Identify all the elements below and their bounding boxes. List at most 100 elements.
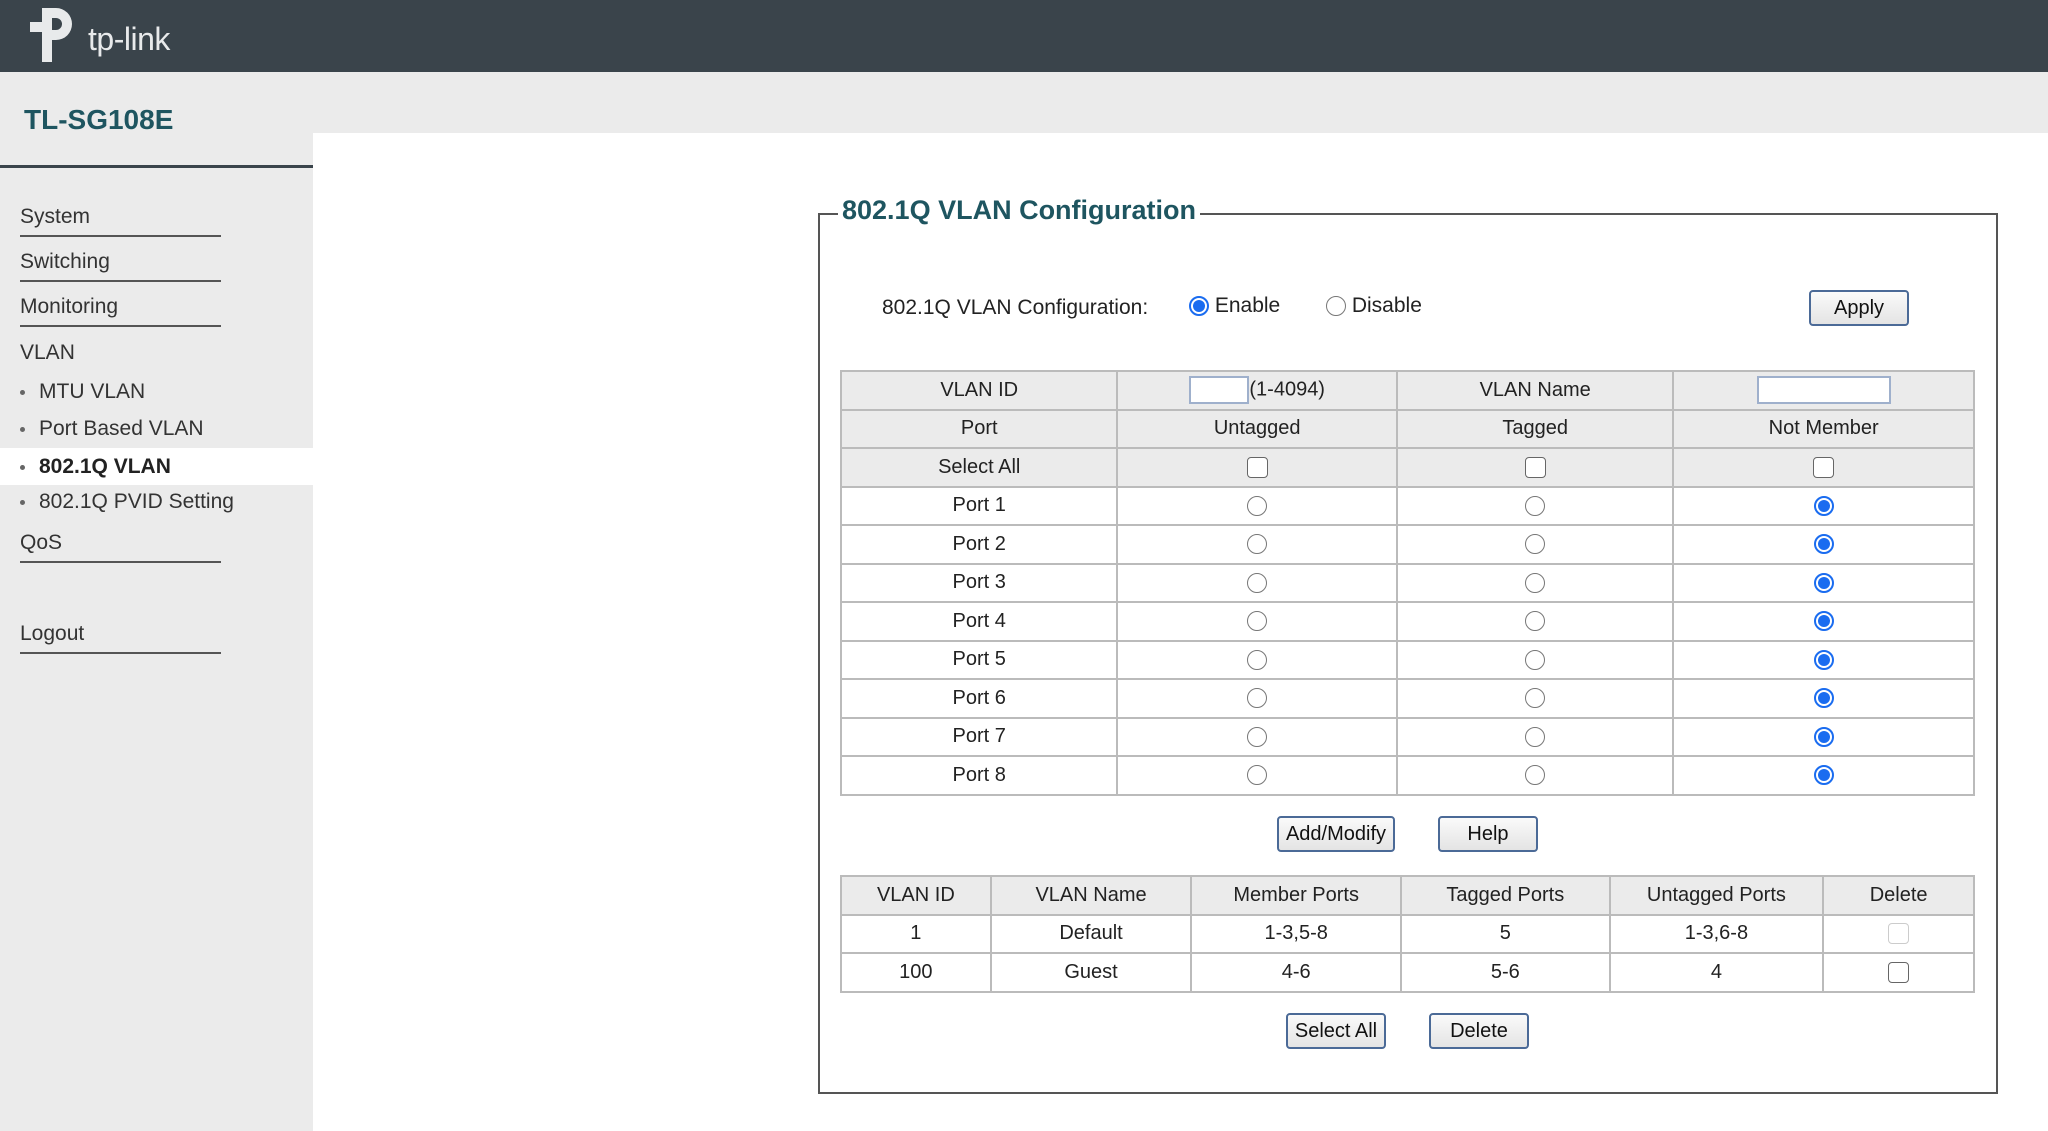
vlan-row: 1 Default 1-3,5-8 5 1-3,6-8 bbox=[840, 913, 1975, 954]
delete-button[interactable]: Delete bbox=[1429, 1013, 1529, 1049]
sidebar-item-logout[interactable]: Logout bbox=[20, 622, 221, 654]
enable-label: Enable bbox=[1214, 294, 1281, 317]
port-not-member-radio[interactable] bbox=[1813, 765, 1834, 786]
vlan-member-cell: 1-3,5-8 bbox=[1190, 913, 1402, 954]
port-name: Port 4 bbox=[839, 601, 1119, 642]
port-row: Port 6 bbox=[839, 678, 1975, 719]
select-all-not-member-cell bbox=[1672, 447, 1975, 488]
select-all-label: Select All bbox=[839, 447, 1119, 488]
sub-label: MTU VLAN bbox=[39, 380, 146, 403]
port-untagged-radio[interactable] bbox=[1247, 611, 1268, 632]
select-all-untagged-checkbox[interactable] bbox=[1246, 456, 1268, 478]
page-title: 802.1Q VLAN Configuration bbox=[838, 195, 1201, 226]
port-tagged-radio[interactable] bbox=[1525, 611, 1546, 632]
port-mode-cell bbox=[1672, 524, 1975, 565]
port-untagged-radio[interactable] bbox=[1247, 726, 1268, 747]
select-all-tagged-checkbox[interactable] bbox=[1524, 456, 1546, 478]
vlan-id-label: VLAN ID bbox=[839, 370, 1119, 411]
select-all-not-member-checkbox[interactable] bbox=[1813, 456, 1835, 478]
sidebar-sub-pvid-setting[interactable]: 802.1Q PVID Setting bbox=[0, 483, 313, 520]
vlan-tagged-cell: 5 bbox=[1399, 913, 1611, 954]
bullet-icon bbox=[20, 426, 25, 432]
port-untagged-radio[interactable] bbox=[1247, 688, 1268, 709]
port-not-member-radio[interactable] bbox=[1813, 572, 1834, 593]
port-name: Port 7 bbox=[839, 716, 1119, 757]
vlan-row: 100 Guest 4-6 5-6 4 bbox=[840, 952, 1975, 993]
port-tagged-radio[interactable] bbox=[1525, 572, 1546, 593]
apply-button[interactable]: Apply bbox=[1809, 290, 1909, 326]
port-name: Port 3 bbox=[839, 562, 1119, 603]
vlan-id-cell: 1 bbox=[840, 913, 992, 954]
port-mode-cell bbox=[1116, 716, 1398, 757]
port-not-member-radio[interactable] bbox=[1813, 649, 1834, 670]
sidebar-item-system[interactable]: System bbox=[20, 205, 221, 237]
vlan-id-range: (1-4094) bbox=[1249, 378, 1325, 401]
delete-checkbox[interactable] bbox=[1888, 961, 1910, 983]
sidebar-sub-port-based-vlan[interactable]: Port Based VLAN bbox=[0, 410, 313, 447]
add-modify-button[interactable]: Add/Modify bbox=[1277, 816, 1395, 852]
port-mode-cell bbox=[1116, 562, 1398, 603]
col-vlan-id: VLAN ID bbox=[840, 875, 992, 916]
port-row: Port 8 bbox=[839, 755, 1975, 796]
vlan-id-input[interactable] bbox=[1189, 376, 1250, 405]
port-mode-cell bbox=[1672, 601, 1975, 642]
port-row: Port 2 bbox=[839, 524, 1975, 565]
header-port: Port bbox=[839, 408, 1119, 449]
sidebar-item-qos[interactable]: QoS bbox=[20, 531, 221, 563]
disable-label: Disable bbox=[1351, 294, 1422, 317]
vlan-list-header: VLAN ID VLAN Name Member Ports Tagged Po… bbox=[840, 875, 1975, 916]
sidebar-item-switching[interactable]: Switching bbox=[20, 250, 221, 282]
port-tagged-radio[interactable] bbox=[1525, 765, 1546, 786]
port-mode-cell bbox=[1672, 639, 1975, 680]
delete-cell bbox=[1822, 913, 1975, 954]
top-header: tp-link bbox=[0, 0, 2048, 72]
delete-checkbox bbox=[1888, 923, 1910, 945]
port-not-member-radio[interactable] bbox=[1813, 688, 1834, 709]
port-not-member-radio[interactable] bbox=[1813, 611, 1834, 632]
header-tagged: Tagged bbox=[1395, 408, 1675, 449]
port-mode-cell bbox=[1116, 524, 1398, 565]
header-untagged: Untagged bbox=[1116, 408, 1398, 449]
bullet-icon bbox=[20, 464, 25, 470]
port-tagged-radio[interactable] bbox=[1525, 726, 1546, 747]
port-not-member-radio[interactable] bbox=[1813, 726, 1834, 747]
bullet-icon bbox=[20, 389, 25, 395]
sidebar-sub-8021q-vlan[interactable]: 802.1Q VLAN bbox=[0, 448, 313, 485]
port-not-member-radio[interactable] bbox=[1813, 534, 1834, 555]
sidebar-item-monitoring[interactable]: Monitoring bbox=[20, 295, 221, 327]
port-tagged-radio[interactable] bbox=[1525, 688, 1546, 709]
vlan-name-input[interactable] bbox=[1756, 376, 1891, 405]
port-tagged-radio[interactable] bbox=[1525, 495, 1546, 516]
port-not-member-radio[interactable] bbox=[1813, 495, 1834, 516]
sub-label: 802.1Q VLAN bbox=[39, 455, 171, 478]
delete-cell bbox=[1822, 952, 1975, 993]
port-untagged-radio[interactable] bbox=[1247, 765, 1268, 786]
port-untagged-radio[interactable] bbox=[1247, 534, 1268, 555]
port-tagged-radio[interactable] bbox=[1525, 534, 1546, 555]
disable-radio[interactable] bbox=[1326, 296, 1346, 317]
port-untagged-radio[interactable] bbox=[1247, 649, 1268, 670]
enable-option[interactable]: Enable bbox=[1189, 294, 1280, 318]
vlan-tagged-cell: 5-6 bbox=[1399, 952, 1611, 993]
select-all-row: Select All bbox=[839, 447, 1975, 488]
col-member-ports: Member Ports bbox=[1190, 875, 1402, 916]
disable-option[interactable]: Disable bbox=[1326, 294, 1422, 318]
col-tagged-ports: Tagged Ports bbox=[1399, 875, 1611, 916]
logo-text: tp-link bbox=[88, 20, 170, 57]
vlan-name-cell: Default bbox=[989, 913, 1193, 954]
select-all-button[interactable]: Select All bbox=[1286, 1013, 1386, 1049]
sidebar-item-vlan[interactable]: VLAN bbox=[20, 341, 221, 371]
sub-label: Port Based VLAN bbox=[39, 417, 204, 440]
help-button[interactable]: Help bbox=[1438, 816, 1538, 852]
port-untagged-radio[interactable] bbox=[1247, 572, 1268, 593]
port-tagged-radio[interactable] bbox=[1525, 649, 1546, 670]
port-untagged-radio[interactable] bbox=[1247, 495, 1268, 516]
port-mode-cell bbox=[1395, 716, 1675, 757]
vlan-id-row: VLAN ID (1-4094) VLAN Name bbox=[839, 370, 1975, 411]
enable-radio[interactable] bbox=[1189, 296, 1209, 317]
port-mode-cell bbox=[1395, 485, 1675, 526]
col-delete: Delete bbox=[1822, 875, 1975, 916]
sidebar-sub-mtu-vlan[interactable]: MTU VLAN bbox=[0, 373, 313, 410]
vlan-id-cell: 100 bbox=[840, 952, 992, 993]
port-mode-cell bbox=[1672, 755, 1975, 796]
